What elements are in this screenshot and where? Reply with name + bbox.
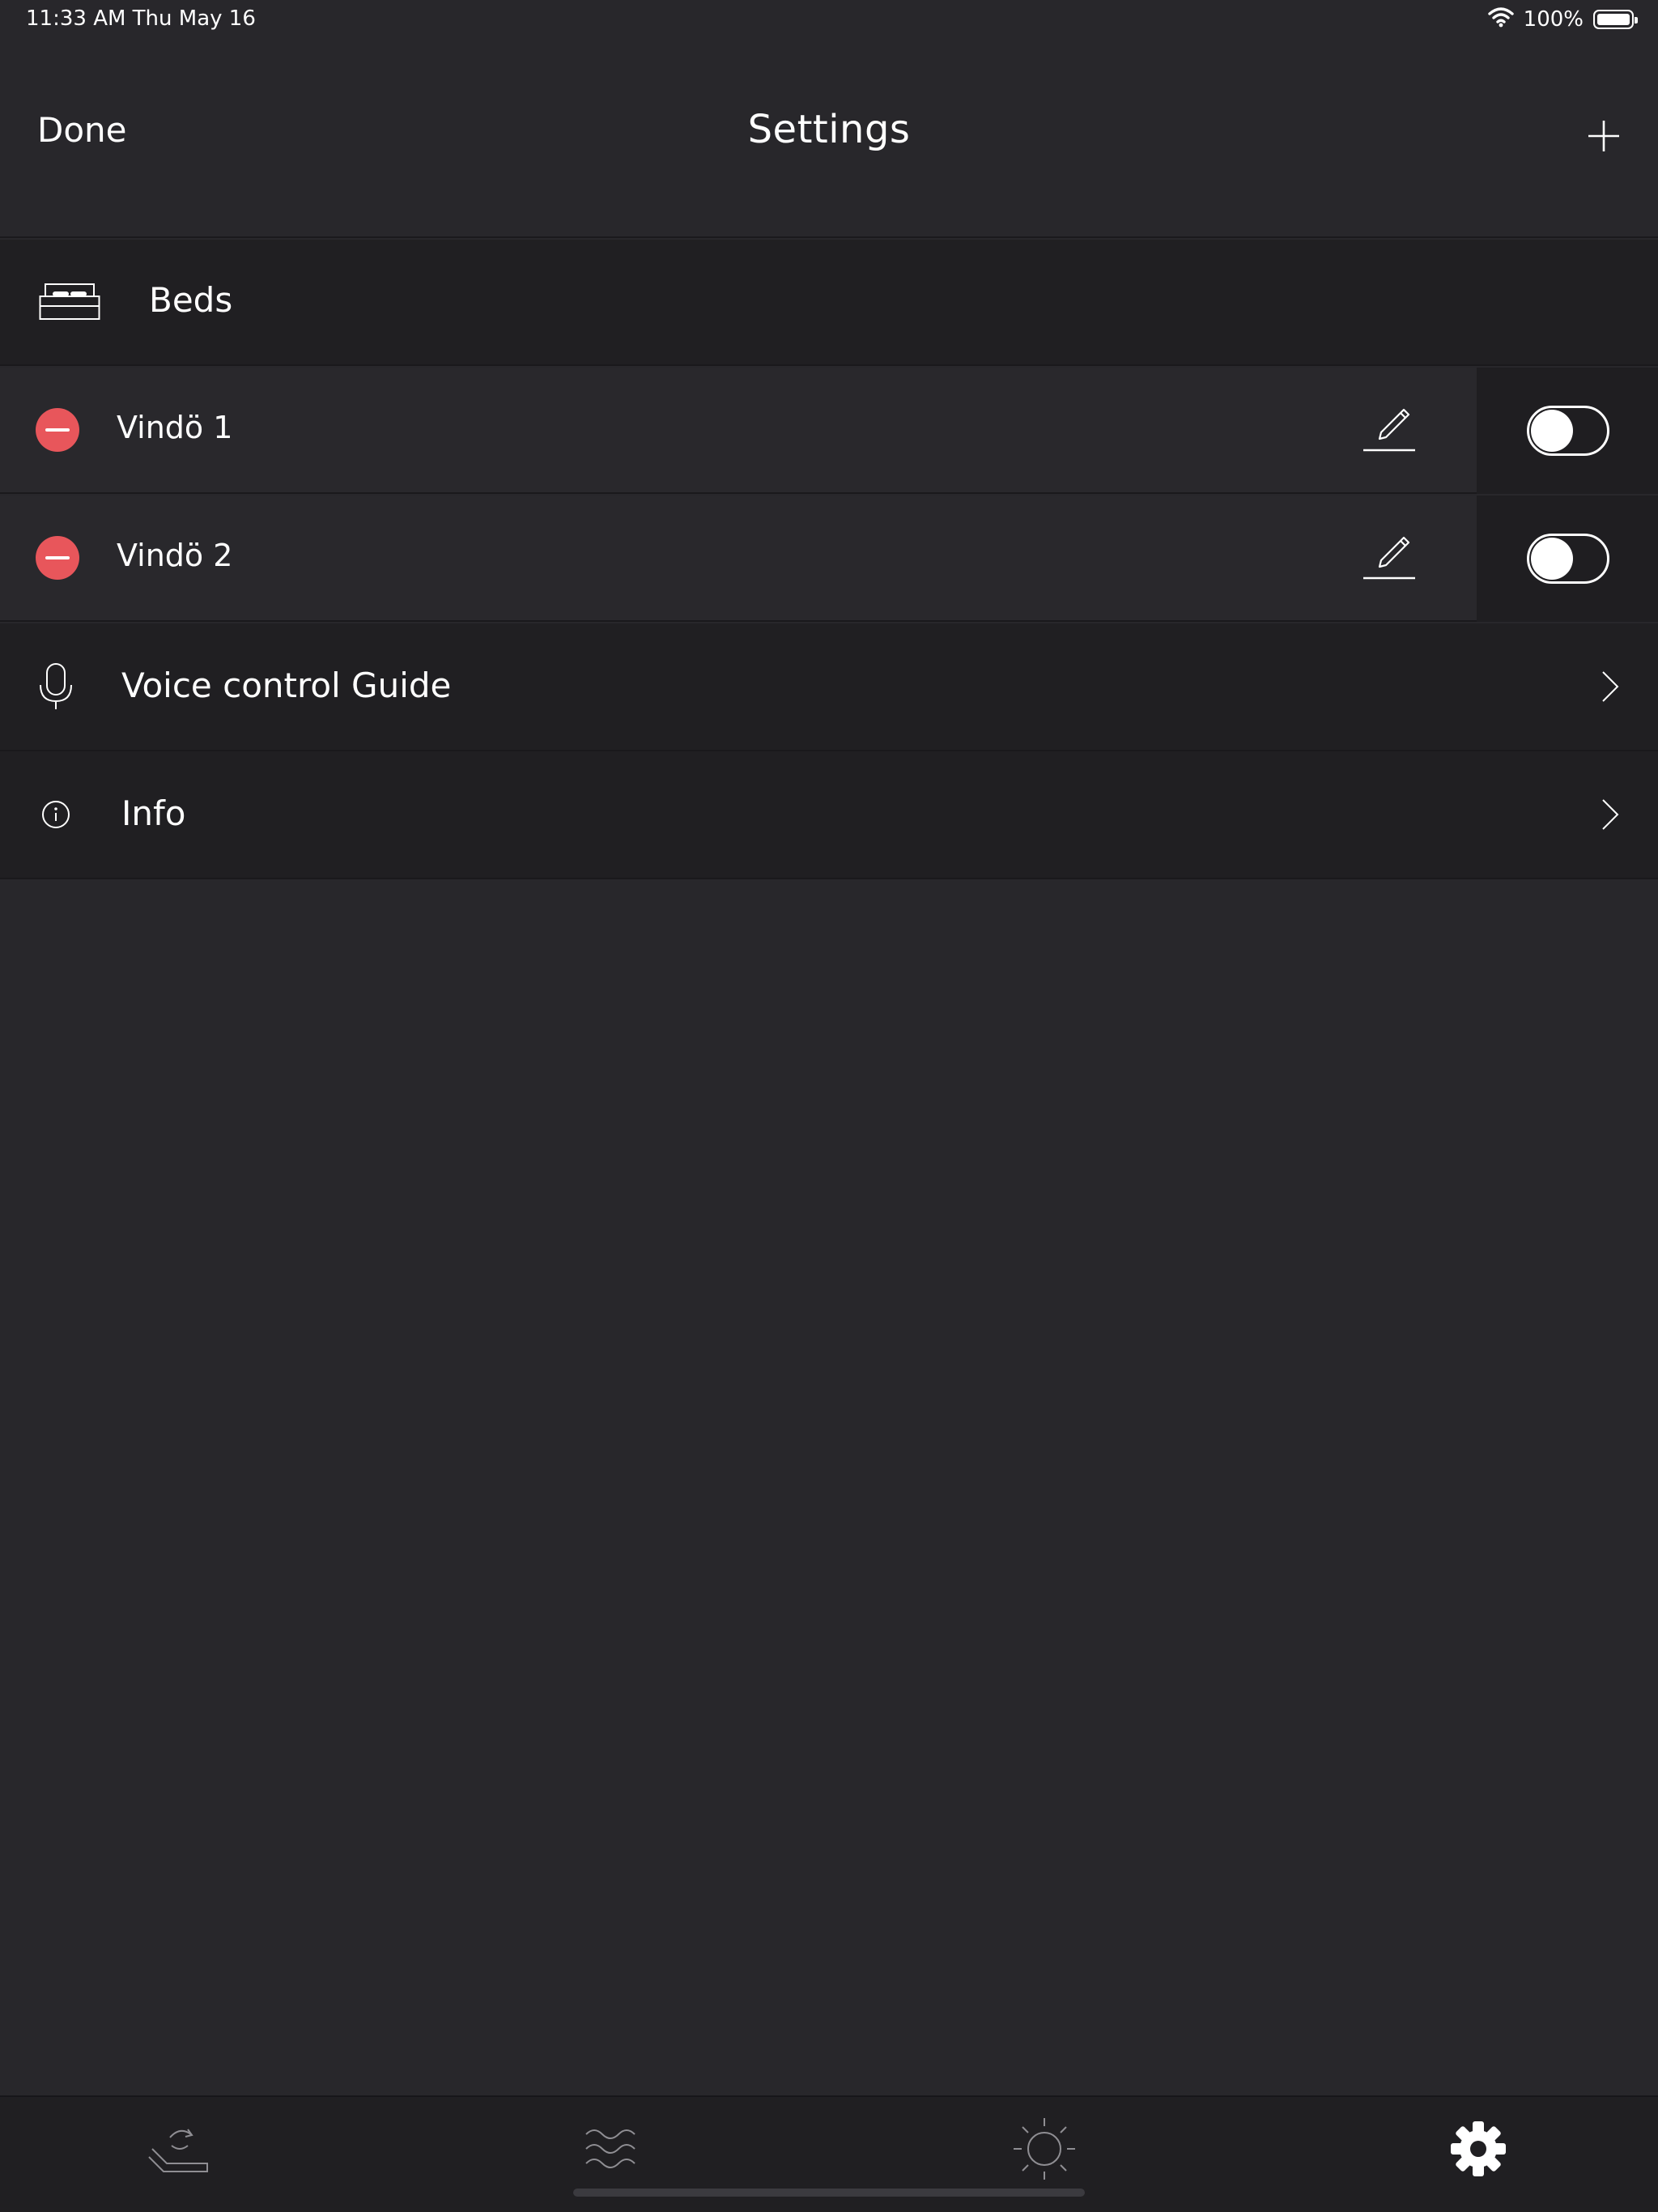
- toggle-knob: [1531, 410, 1573, 452]
- toggle-area: [1477, 368, 1658, 494]
- navigation-bar: Done Settings: [0, 39, 1658, 238]
- toggle-knob: [1531, 538, 1573, 580]
- home-indicator: [573, 2189, 1085, 2197]
- pencil-icon[interactable]: [1362, 531, 1417, 586]
- bed-name: Vindö 1: [117, 410, 233, 445]
- info-row[interactable]: Info: [0, 751, 1658, 879]
- info-label: Info: [121, 793, 186, 833]
- delete-bed-button[interactable]: [36, 536, 79, 580]
- wifi-icon: [1487, 6, 1514, 33]
- bed-enable-toggle[interactable]: [1527, 534, 1609, 584]
- microphone-icon: [34, 662, 78, 711]
- bed-name: Vindö 2: [117, 538, 233, 573]
- bed-icon: [39, 282, 100, 321]
- light-sun-icon[interactable]: [1012, 2116, 1077, 2181]
- status-indicators: 100%: [1487, 5, 1638, 34]
- status-time-date: 11:33 AM Thu May 16: [26, 6, 256, 31]
- battery-icon: [1593, 10, 1638, 29]
- voice-control-guide-label: Voice control Guide: [121, 666, 452, 705]
- plus-icon[interactable]: [1586, 118, 1622, 154]
- delete-bed-button[interactable]: [36, 408, 79, 452]
- section-title: Beds: [149, 280, 233, 320]
- beds-section-header: Beds: [0, 240, 1658, 366]
- pencil-icon[interactable]: [1362, 403, 1417, 458]
- bed-row: Vindö 1: [0, 368, 1658, 494]
- status-bar: 11:33 AM Thu May 16 100%: [0, 0, 1658, 39]
- info-icon: [34, 790, 78, 839]
- chevron-right-icon: [1600, 669, 1621, 704]
- voice-control-guide-row[interactable]: Voice control Guide: [0, 623, 1658, 751]
- settings-gear-icon[interactable]: [1446, 2116, 1511, 2181]
- battery-percent: 100%: [1523, 7, 1584, 32]
- massage-waves-icon[interactable]: [580, 2116, 644, 2181]
- chevron-right-icon: [1600, 797, 1621, 832]
- page-title: Settings: [747, 107, 911, 152]
- toggle-area: [1477, 496, 1658, 622]
- position-icon[interactable]: [147, 2116, 212, 2181]
- bed-enable-toggle[interactable]: [1527, 406, 1609, 456]
- bed-row: Vindö 2: [0, 496, 1658, 622]
